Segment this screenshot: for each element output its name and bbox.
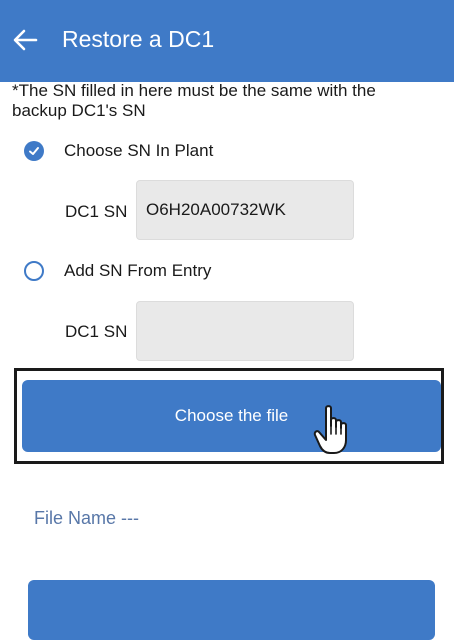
dc1-sn-field-entry[interactable] xyxy=(136,301,354,361)
choose-file-button[interactable]: Choose the file xyxy=(22,380,441,452)
page-title: Restore a DC1 xyxy=(62,26,215,52)
file-name-label: File Name xyxy=(34,508,117,528)
sn-note: *The SN filled in here must be the same … xyxy=(12,81,376,120)
option-label: Add SN From Entry xyxy=(64,261,212,280)
dc1-sn-label: DC1 SN xyxy=(65,322,128,341)
dc1-sn-field-plant[interactable]: O6H20A00732WK xyxy=(136,180,354,240)
radio-unchecked-icon[interactable] xyxy=(24,261,44,281)
radio-checked-icon[interactable] xyxy=(24,141,44,161)
hand-pointer-icon xyxy=(313,405,347,454)
choose-file-label: Choose the file xyxy=(174,406,289,425)
restore-button[interactable] xyxy=(28,580,435,640)
top-bar: Restore a DC1 xyxy=(0,0,454,82)
arrow-left-icon[interactable] xyxy=(10,25,40,55)
file-name-value: --- xyxy=(121,508,140,528)
dc1-sn-label: DC1 SN xyxy=(65,202,128,221)
file-name-row: File Name --- xyxy=(34,508,139,529)
option-choose-sn-in-plant[interactable]: Choose SN In Plant xyxy=(24,138,213,164)
option-add-sn-from-entry[interactable]: Add SN From Entry xyxy=(24,258,211,284)
option-label: Choose SN In Plant xyxy=(64,141,214,160)
